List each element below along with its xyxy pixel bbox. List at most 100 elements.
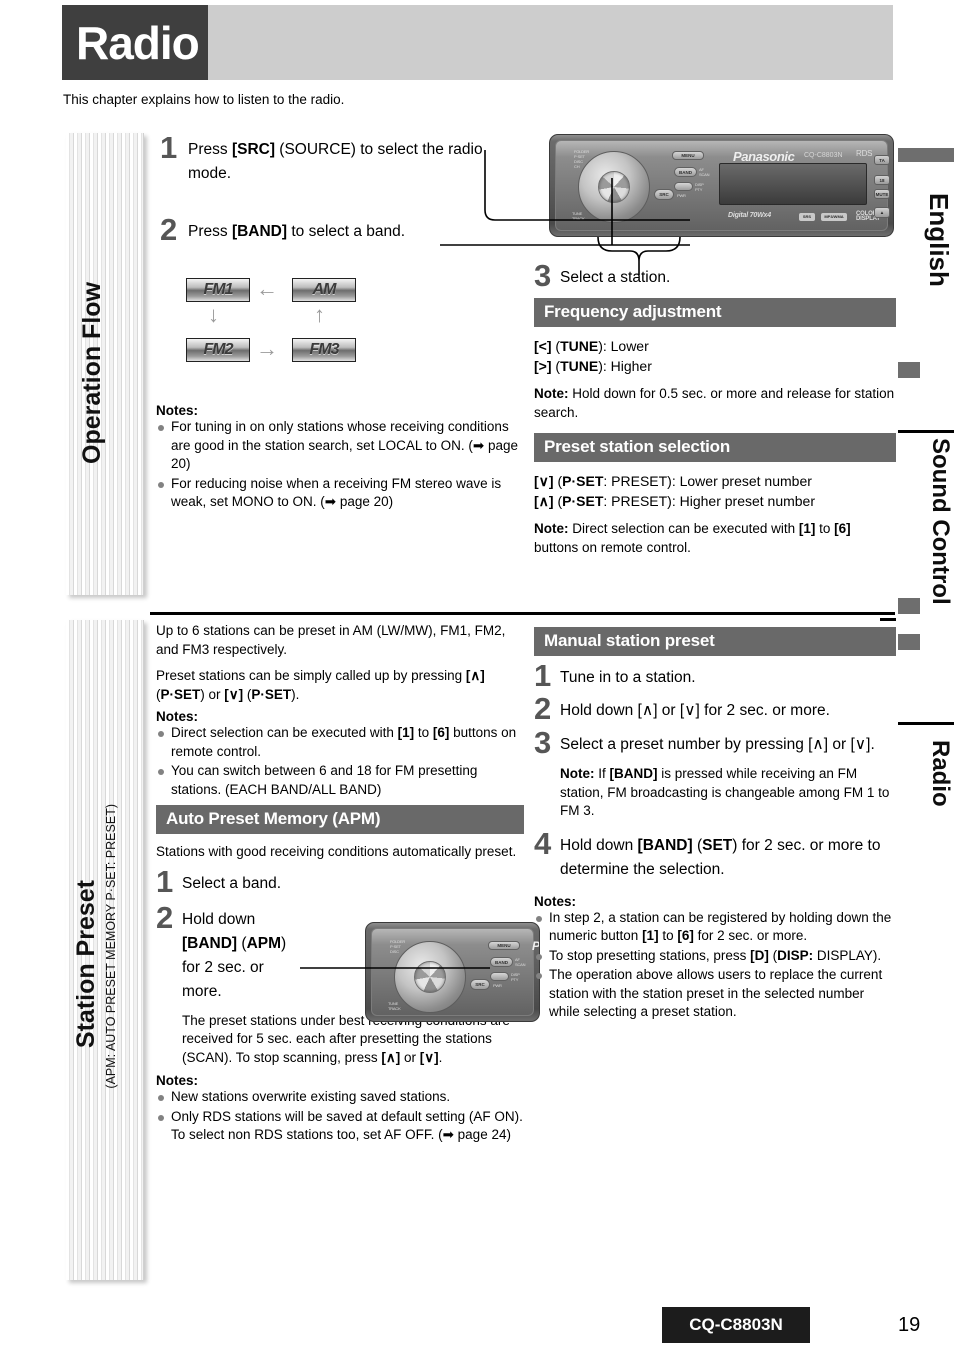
station-preset-notes-list: Direct selection can be executed with [1…: [156, 724, 524, 799]
apm-step-2: 2 Hold down [BAND] (APM) for 2 sec. or m…: [156, 901, 301, 1004]
right-tab-sound-control[interactable]: Sound Control: [898, 432, 954, 610]
pwr-label-2: PWR: [493, 983, 502, 988]
callout-line-apm-band: [300, 967, 490, 969]
step-3-text: Select a station.: [560, 269, 671, 286]
menu-button-2: MENU: [488, 941, 520, 950]
note-item: For reducing noise when a receiving FM s…: [156, 475, 521, 512]
step-1-number: 1: [160, 130, 178, 165]
side-button-18: 18: [874, 175, 890, 185]
manual-step-4-number: 4: [534, 825, 552, 861]
section-bar-preset-station-selection: Preset station selection: [534, 433, 896, 462]
manual-step-3-note: Note: If [BAND] is pressed while receivi…: [560, 766, 890, 818]
step-3: 3 Select a station.: [534, 260, 896, 292]
right-tab-english[interactable]: English: [898, 175, 954, 305]
select-station-block: 3 Select a station. Frequency adjustment…: [534, 260, 896, 557]
band-chip-fm1: FM1: [186, 278, 250, 302]
manual-step-4-text: Hold down [BAND] (SET) for 2 sec. or mor…: [560, 836, 881, 878]
device-brand: Panasonic: [733, 149, 795, 164]
disp-pty-label: DISP PTY: [695, 182, 704, 192]
note-item: In step 2, a station can be registered b…: [534, 909, 896, 946]
note-item: New stations overwrite existing saved st…: [156, 1088, 524, 1107]
step-2-number: 2: [160, 212, 178, 247]
right-tab-radio[interactable]: Radio: [898, 728, 954, 818]
frequency-note: Note: Hold down for 0.5 sec. or more and…: [534, 386, 895, 420]
section-bar-manual-station-preset: Manual station preset: [534, 627, 896, 656]
manual-step-3-text: Select a preset number by pressing [∧] o…: [560, 736, 875, 753]
band-chip-fm2: FM2: [186, 338, 250, 362]
footer-model-label: CQ-C8803N: [689, 1315, 783, 1334]
side-button-eject: ▲: [874, 207, 890, 218]
af-scan-label-2: AF SCAN: [515, 957, 526, 967]
right-tab-english-marker: [898, 148, 954, 162]
disp-button-2: [490, 972, 509, 981]
right-edge-mark-2: [898, 598, 920, 614]
arrow-up-icon: ↑: [314, 302, 325, 327]
right-edge-dash: [880, 618, 896, 621]
tune-lower-line: [<] (TUNE): Lower: [534, 338, 649, 354]
apm-step-1-number: 1: [156, 863, 174, 899]
section-divider: [150, 612, 895, 615]
note-item: You can switch between 6 and 18 for FM p…: [156, 762, 524, 799]
station-preset-block: Up to 6 stations can be preset in AM (LW…: [156, 622, 524, 1146]
manual-step-1-text: Tune in to a station.: [560, 669, 696, 686]
manual-step-3-number: 3: [534, 725, 552, 760]
station-preset-intro-2: Preset stations can be simply called up …: [156, 668, 485, 702]
device-model: CQ-C8803N: [804, 152, 843, 159]
note-item: For tuning in on only stations whose rec…: [156, 418, 521, 474]
manual-step-3: 3 Select a preset number by pressing [∧]…: [534, 727, 896, 759]
band-button-2: BAND: [490, 957, 513, 967]
sidebar-tab-station-preset-sublabel: (APM: AUTO PRESET MEMORY P·SET: PRESET): [104, 804, 118, 1089]
af-scan-label: AF SCAN: [699, 167, 710, 177]
tune-higher-line: [>] (TUNE): Higher: [534, 358, 652, 374]
manual-step-2-text: Hold down [∧] or [∨] for 2 sec. or more.: [560, 702, 830, 719]
section-bar-frequency-adjustment: Frequency adjustment: [534, 298, 896, 327]
station-preset-notes-heading: Notes:: [156, 709, 199, 724]
arrow-right-icon: →: [256, 336, 278, 361]
band-chip-am: AM: [292, 278, 356, 302]
note-item: To stop presetting stations, press [D] (…: [534, 947, 896, 966]
side-button-mute: MUTE: [874, 189, 890, 199]
manual-step-4: 4 Hold down [BAND] (SET) for 2 sec. or m…: [534, 827, 896, 882]
page-number: 19: [898, 1314, 921, 1336]
note-item: Only RDS stations will be saved at defau…: [156, 1108, 524, 1145]
device-display: [719, 163, 867, 205]
page-title: Radio: [76, 17, 200, 69]
preset-note: Note: Direct selection can be executed w…: [534, 521, 851, 555]
manual-notes-list: In step 2, a station can be registered b…: [534, 909, 896, 1022]
dial-corner-text-2: FOLDER P·SET DISC: [390, 939, 406, 954]
srs-badge: SRS: [799, 213, 815, 221]
arrow-left-icon: ←: [256, 276, 278, 301]
notes-heading: Notes:: [156, 403, 199, 418]
band-chip-fm3: FM3: [292, 338, 356, 362]
dial-bottom-text-2: TUNE TRACK: [388, 1001, 401, 1011]
step-3-number: 3: [534, 258, 552, 293]
arrow-down-icon: ↓: [208, 302, 219, 327]
side-button-ta: TA: [874, 155, 890, 165]
power-rating: Digital 70Wx4: [728, 212, 771, 219]
apm-notes-heading: Notes:: [156, 1073, 199, 1088]
station-preset-intro-1: Up to 6 stations can be preset in AM (LW…: [156, 623, 506, 657]
apm-step-1-text: Select a band.: [182, 874, 282, 892]
sidebar-tab-operation-flow-label: Operation Flow: [78, 282, 106, 464]
right-edge-mark-3: [898, 634, 920, 650]
apm-description: Stations with good receiving conditions …: [156, 844, 517, 859]
band-cycle-diagram: FM1 AM FM2 FM3 ← ↓ ↑ →: [186, 278, 356, 370]
right-edge-mark-1: [898, 362, 920, 378]
manual-step-1: 1 Tune in to a station.: [534, 660, 896, 692]
note-item: Direct selection can be executed with [1…: [156, 724, 524, 761]
manual-step-2-number: 2: [534, 691, 552, 726]
apm-step-1: 1 Select a band.: [156, 865, 524, 897]
section-bar-auto-preset-memory: Auto Preset Memory (APM): [156, 805, 524, 834]
manual-step-2: 2 Hold down [∧] or [∨] for 2 sec. or mor…: [534, 693, 896, 725]
manual-step-1-number: 1: [534, 658, 552, 693]
manual-notes-heading: Notes:: [534, 893, 577, 909]
note-item: The operation above allows users to repl…: [534, 966, 896, 1022]
dolby-badge: MP3/WMA: [821, 213, 847, 221]
intro-text: This chapter explains how to listen to t…: [63, 92, 345, 107]
right-tab-radio-rule: [898, 722, 954, 725]
preset-higher-line: [∧] (P·SET: PRESET): Higher preset numbe…: [534, 493, 816, 509]
manual-station-preset-block: Manual station preset 1 Tune in to a sta…: [534, 627, 896, 1023]
notes-list: For tuning in on only stations whose rec…: [156, 418, 521, 512]
apm-notes-list: New stations overwrite existing saved st…: [156, 1088, 524, 1145]
src-button-2: SRC: [470, 979, 490, 990]
